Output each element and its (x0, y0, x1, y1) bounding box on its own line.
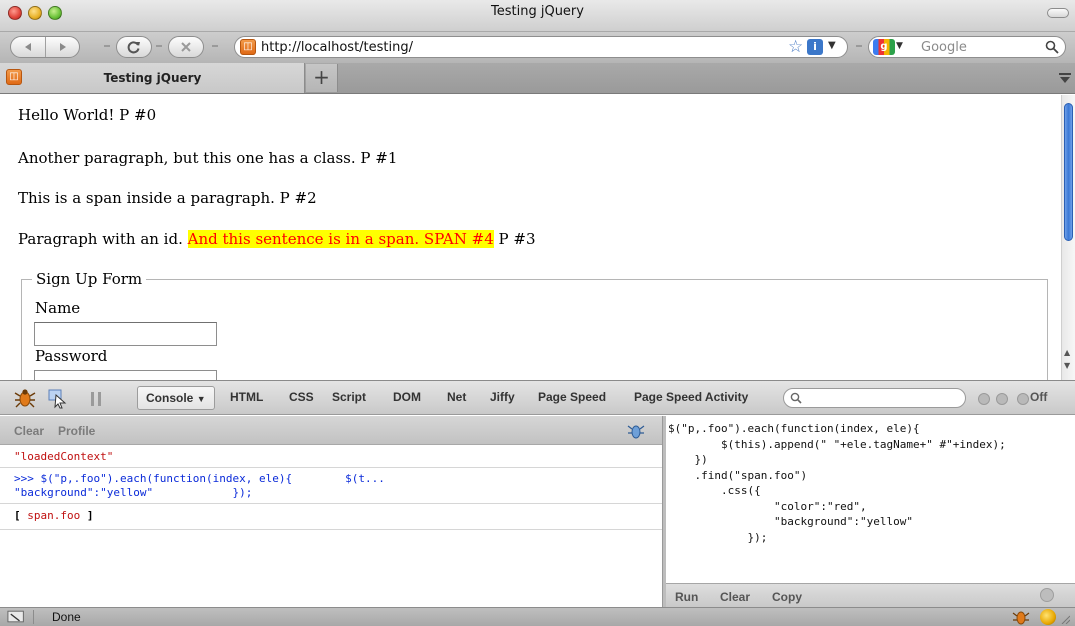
toolbar-separator (856, 45, 862, 47)
tab-strip: ◫ Testing jQuery + (0, 63, 1075, 94)
scrollbar-thumb[interactable] (1064, 103, 1073, 241)
search-bar[interactable]: g ▼ Google (868, 36, 1066, 58)
firebug-search-input[interactable] (783, 388, 966, 408)
log-command-line-1: >>> $("p,.foo").each(function(index, ele… (14, 472, 385, 485)
back-arrow-icon (25, 43, 31, 51)
tab-list-icon[interactable] (1059, 73, 1071, 83)
back-button[interactable] (11, 37, 45, 57)
command-editor-toolbar: Run Clear Copy (666, 583, 1075, 608)
connection-status-icon (7, 610, 34, 624)
result-close-bracket: ] (80, 509, 94, 522)
signup-legend: Sign Up Form (32, 270, 147, 288)
tab-html[interactable]: HTML (230, 390, 263, 404)
history-dropdown-icon[interactable]: ▼ (828, 40, 836, 51)
signup-fieldset: Sign Up Form Name Password (21, 270, 1048, 380)
navigation-toolbar: ◫ http://localhost/testing/ ☆ i ▼ g ▼ Go… (0, 32, 1075, 63)
paragraph-0: Hello World! P #0 (18, 106, 157, 124)
new-tab-button[interactable]: + (306, 64, 338, 92)
firebug-off-button[interactable]: Off (1030, 390, 1047, 404)
page-info-icon[interactable]: i (807, 39, 823, 55)
run-button[interactable]: Run (675, 590, 698, 604)
toolbar-separator (104, 45, 110, 47)
search-input[interactable]: Google (921, 40, 967, 55)
paragraph-2: This is a span inside a paragraph. P #2 (18, 189, 317, 207)
window-title-bar: Testing jQuery (0, 0, 1075, 32)
toolbar-separator (156, 45, 162, 47)
command-editor[interactable]: $("p,.foo").each(function(index, ele){ $… (666, 416, 1075, 583)
scroll-up-arrow-icon[interactable]: ▲ (1064, 348, 1070, 357)
inspect-element-icon[interactable] (48, 389, 68, 409)
chevron-down-icon: ▼ (196, 394, 206, 404)
scroll-down-arrow-icon[interactable]: ▼ (1064, 361, 1070, 370)
tab-console-label: Console (146, 391, 194, 405)
command-editor-toggle-icon[interactable] (626, 421, 646, 441)
log-command-line-2: "background":"yellow" }); (14, 486, 253, 499)
search-engine-dropdown-icon[interactable]: ▼ (896, 41, 903, 51)
tab-script[interactable]: Script (332, 390, 366, 404)
search-icon[interactable] (1045, 40, 1059, 54)
console-log: "loadedContext" >>> $("p,.foo").each(fun… (0, 445, 662, 607)
status-text: Done (52, 610, 81, 624)
tab-page-speed-activity[interactable]: Page Speed Activity (634, 390, 748, 404)
pause-icon[interactable] (91, 392, 101, 406)
firebug-status-icon[interactable] (1012, 608, 1030, 626)
forward-button[interactable] (45, 37, 79, 57)
console-clear-button[interactable]: Clear (14, 424, 44, 438)
paragraph-3: Paragraph with an id. And this sentence … (18, 230, 536, 248)
result-object-link[interactable]: span.foo (27, 509, 80, 522)
stop-button[interactable] (168, 36, 204, 58)
url-bar[interactable]: ◫ http://localhost/testing/ ☆ i ▼ (234, 36, 848, 58)
status-bar: Done (0, 607, 1075, 626)
window-title: Testing jQuery (491, 4, 584, 19)
forward-arrow-icon (59, 43, 66, 51)
paragraph-3-tail: P #3 (493, 230, 536, 248)
toolbar-separator (212, 45, 218, 47)
reload-icon (127, 41, 140, 54)
search-icon (790, 392, 802, 404)
log-entry-command[interactable]: >>> $("p,.foo").each(function(index, ele… (0, 469, 662, 504)
url-text[interactable]: http://localhost/testing/ (261, 40, 413, 55)
name-input[interactable] (34, 322, 217, 346)
paragraph-1: Another paragraph, but this one has a cl… (18, 149, 398, 167)
tab-net[interactable]: Net (447, 390, 466, 404)
paragraph-3-lead: Paragraph with an id. (18, 230, 188, 248)
name-label: Name (35, 299, 81, 317)
console-toolbar: Clear Profile (0, 416, 662, 445)
site-favicon: ◫ (240, 39, 256, 55)
password-label: Password (35, 347, 108, 365)
back-forward-buttons (10, 36, 80, 58)
tab-console[interactable]: Console ▼ (137, 386, 215, 410)
tab-jiffy[interactable]: Jiffy (490, 390, 515, 404)
tab-css[interactable]: CSS (289, 390, 314, 404)
log-entry-string: "loadedContext" (0, 445, 662, 468)
log-entry-result: [ span.foo ] (0, 505, 662, 530)
clear-command-button[interactable]: Clear (720, 590, 750, 604)
tab-page-speed[interactable]: Page Speed (538, 390, 606, 404)
search-engine-icon[interactable]: g (873, 39, 895, 55)
yslow-icon[interactable] (1040, 609, 1056, 625)
tab-dom[interactable]: DOM (393, 390, 421, 404)
copy-button[interactable]: Copy (772, 590, 802, 604)
password-input[interactable] (34, 370, 217, 380)
off-circle-icon (1017, 393, 1029, 405)
tab-label: Testing jQuery (103, 71, 202, 85)
resize-grip-icon[interactable] (1060, 614, 1070, 624)
bookmark-star-icon[interactable]: ☆ (788, 37, 803, 57)
search-next-icon[interactable] (996, 393, 1008, 405)
console-profile-button[interactable]: Profile (58, 424, 95, 438)
stop-icon (181, 42, 191, 52)
search-prev-icon[interactable] (978, 393, 990, 405)
tab-testing-jquery[interactable]: ◫ Testing jQuery (0, 63, 305, 93)
reload-button[interactable] (116, 36, 152, 58)
firebug-icon[interactable] (14, 387, 36, 409)
highlighted-span: And this sentence is in a span. SPAN #4 (187, 230, 494, 248)
close-editor-icon[interactable] (1040, 588, 1054, 602)
result-open-bracket: [ (14, 509, 28, 522)
toolbar-toggle-button[interactable] (1047, 8, 1069, 18)
firebug-toolbar: Console ▼ HTML CSS Script DOM Net Jiffy … (0, 380, 1075, 415)
page-content: Hello World! P #0 Another paragraph, but… (0, 95, 1061, 380)
page-scrollbar[interactable]: ▲ ▼ (1061, 95, 1075, 380)
